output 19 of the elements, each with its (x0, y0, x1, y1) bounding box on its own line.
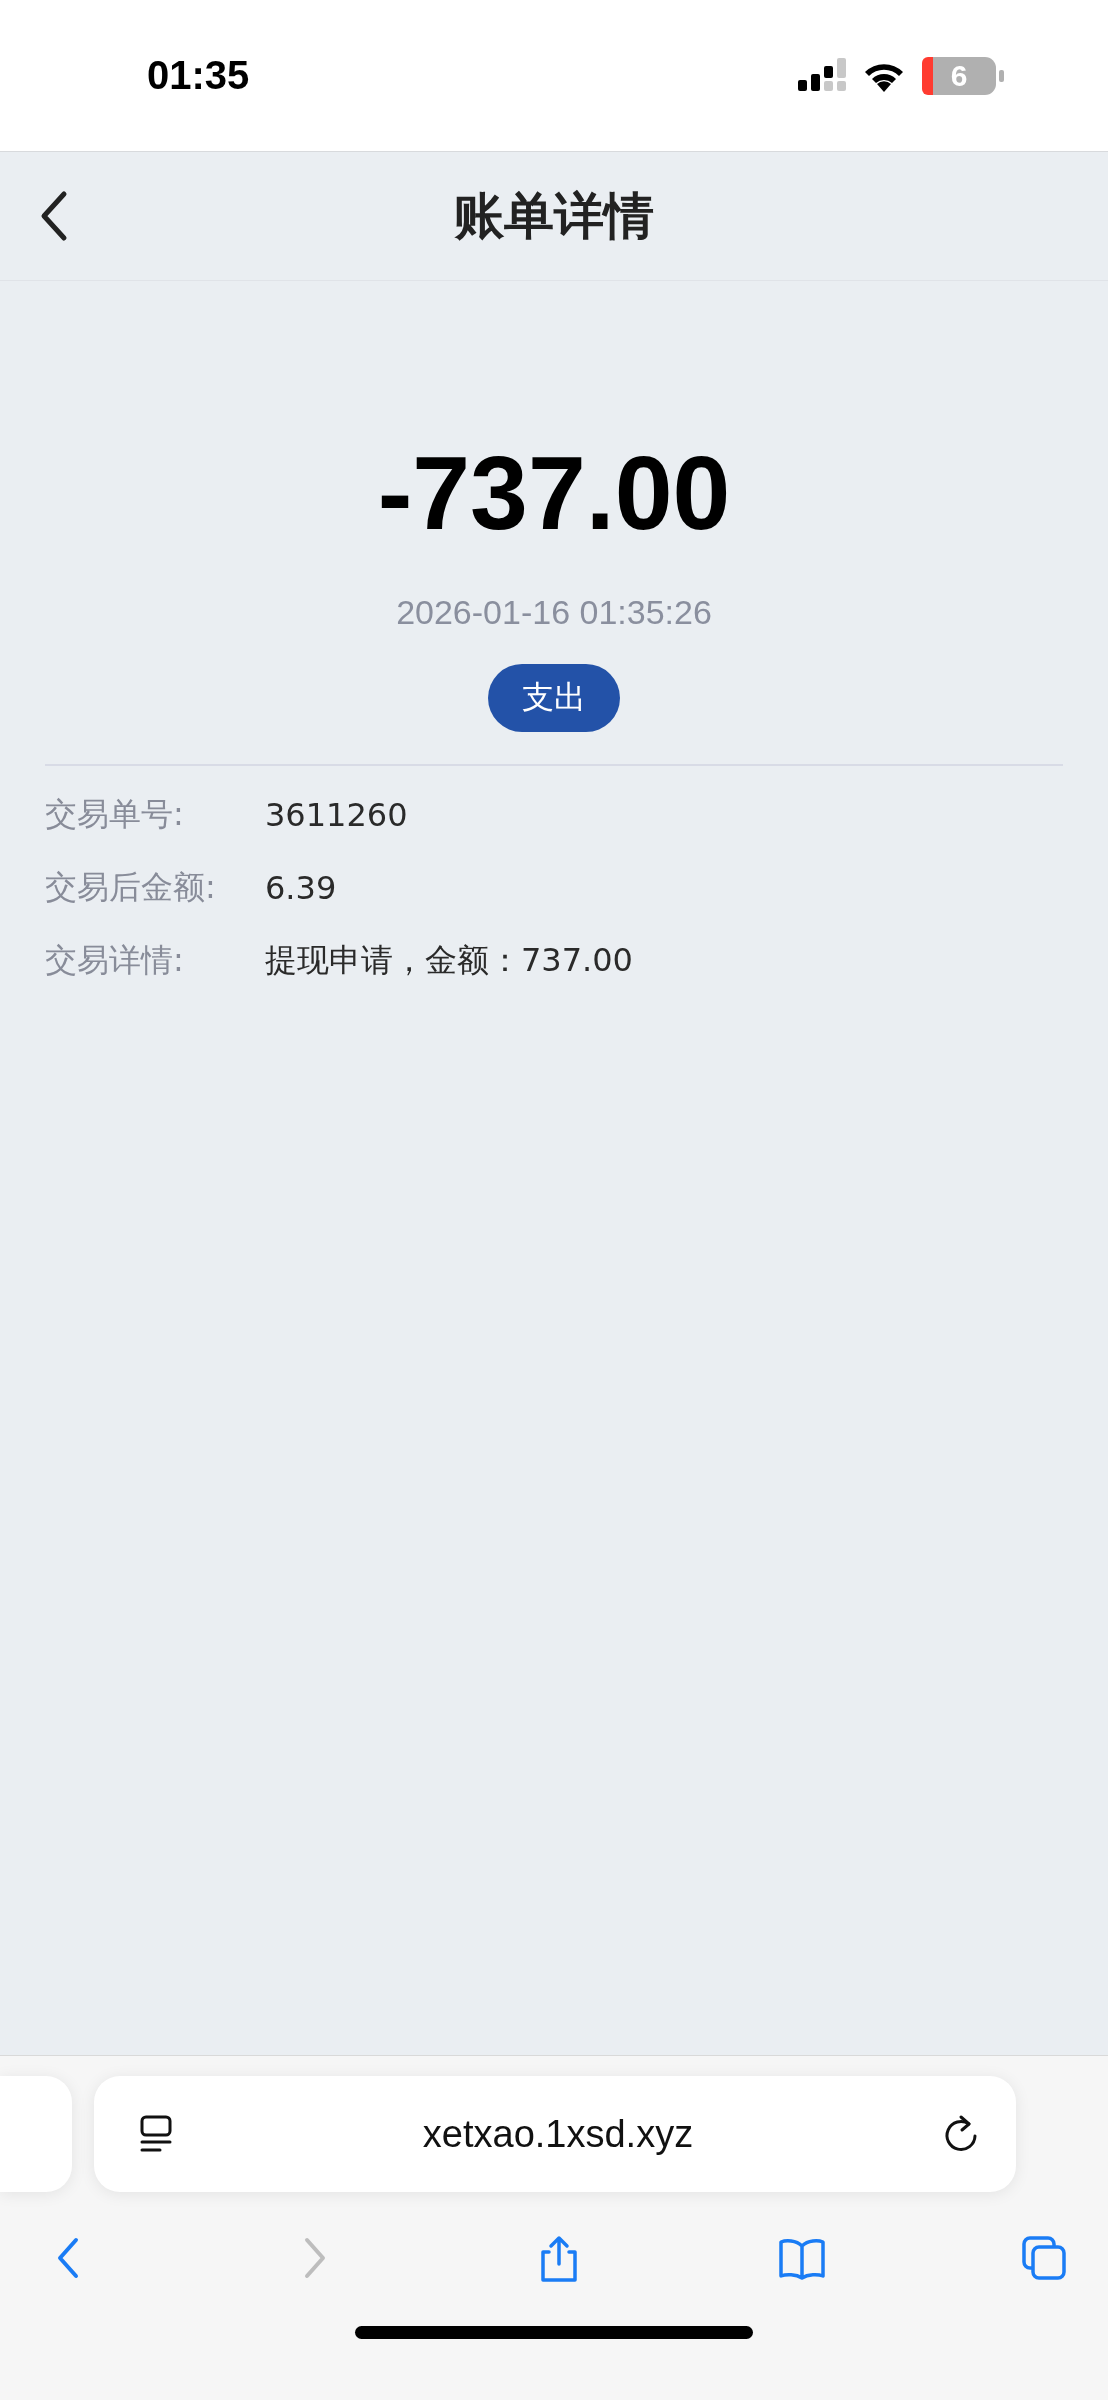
transaction-time: 2026-01-16 01:35:26 (396, 593, 712, 632)
detail-label: 交易单号: (45, 793, 185, 835)
detail-label: 交易后金额: (45, 866, 217, 908)
battery-level: 6 (950, 60, 968, 91)
detail-value: 3611260 (265, 795, 408, 834)
amount-text: -737.00 (377, 441, 731, 545)
address-bar[interactable]: xetxao.1xsd.xyz (94, 2076, 1016, 2192)
detail-value: 6.39 (265, 868, 337, 907)
page-title: 账单详情 (454, 185, 654, 247)
battery-icon (922, 56, 1004, 95)
reader-icon[interactable] (138, 2114, 174, 2154)
signal-icon (798, 57, 846, 94)
status-time: 01:35 (147, 53, 250, 98)
type-badge: 支出 (488, 664, 620, 732)
url-text: xetxao.1xsd.xyz (422, 2112, 694, 2156)
back-button[interactable] (40, 190, 68, 242)
detail-value: 提现申请，金额：737.00 (265, 939, 633, 981)
detail-label: 交易详情: (45, 939, 185, 981)
tabs-icon[interactable] (1020, 2234, 1068, 2282)
